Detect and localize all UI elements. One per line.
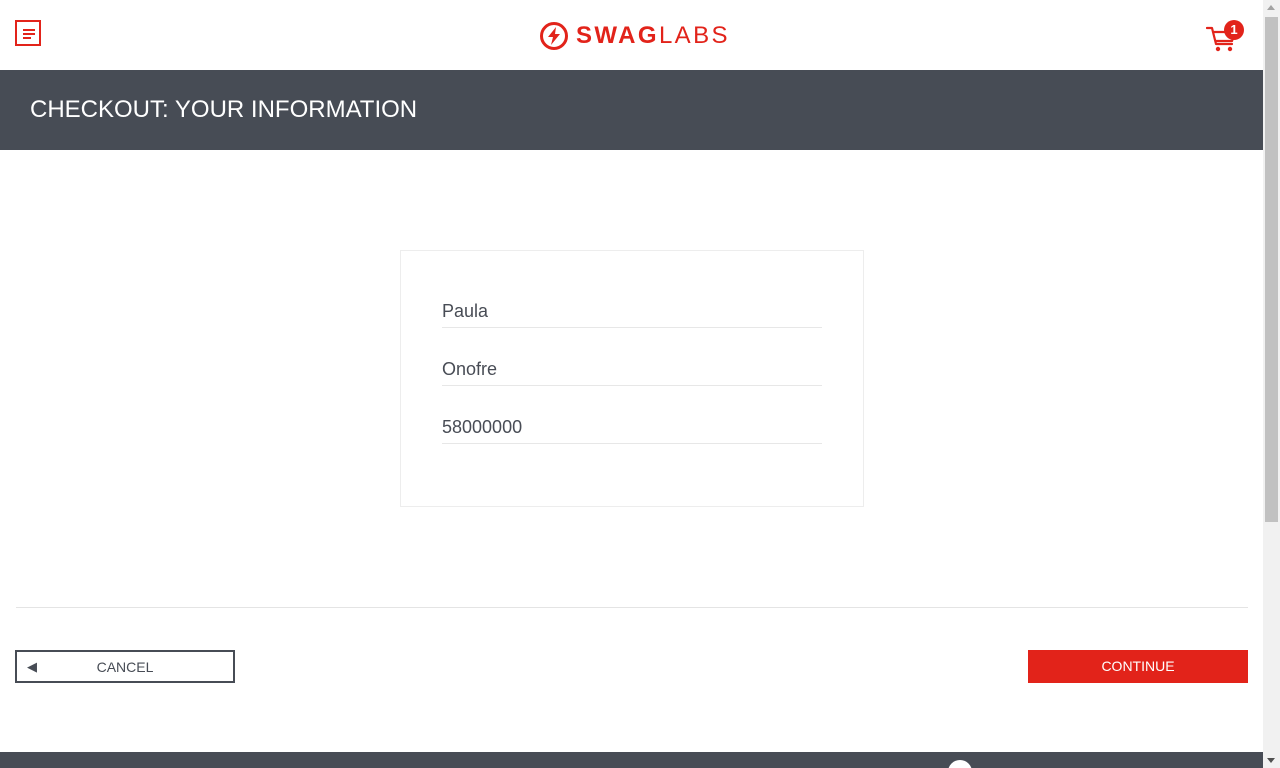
first-name-input[interactable] xyxy=(442,296,822,328)
cancel-label: CANCEL xyxy=(96,659,154,675)
scroll-down-icon[interactable] xyxy=(1267,758,1275,763)
cart-badge[interactable]: 1 xyxy=(1224,20,1244,40)
page-title: CHECKOUT: YOUR INFORMATION xyxy=(30,96,418,123)
vertical-scrollbar[interactable] xyxy=(1263,0,1280,768)
footer xyxy=(0,752,1263,768)
hamburger-menu-icon xyxy=(23,29,35,31)
divider xyxy=(16,607,1248,608)
checkout-page: SWAGLABS 1 CHECKOUT: YOUR INFORMATION ◀ … xyxy=(0,0,1263,768)
continue-button[interactable]: CONTINUE xyxy=(1028,650,1248,683)
checkout-info-form xyxy=(400,250,864,507)
lightning-logo-icon xyxy=(540,22,568,50)
hamburger-line xyxy=(23,33,35,35)
postal-code-input[interactable] xyxy=(442,412,822,444)
scroll-thumb[interactable] xyxy=(1265,17,1278,522)
logo-text-bold: SWAG xyxy=(576,22,659,49)
logo-text-light: LABS xyxy=(658,22,730,49)
scroll-up-icon[interactable] xyxy=(1267,5,1275,10)
top-header: SWAGLABS 1 xyxy=(0,0,1263,70)
logo-text: SWAGLABS xyxy=(576,22,730,50)
menu-button[interactable] xyxy=(15,20,41,46)
footer-robot-icon xyxy=(948,760,972,768)
cancel-button[interactable]: ◀ CANCEL xyxy=(15,650,235,683)
hamburger-line xyxy=(23,37,31,39)
secondary-header: CHECKOUT: YOUR INFORMATION xyxy=(0,70,1263,150)
last-name-input[interactable] xyxy=(442,354,822,386)
swag-labs-logo: SWAGLABS xyxy=(540,21,730,51)
